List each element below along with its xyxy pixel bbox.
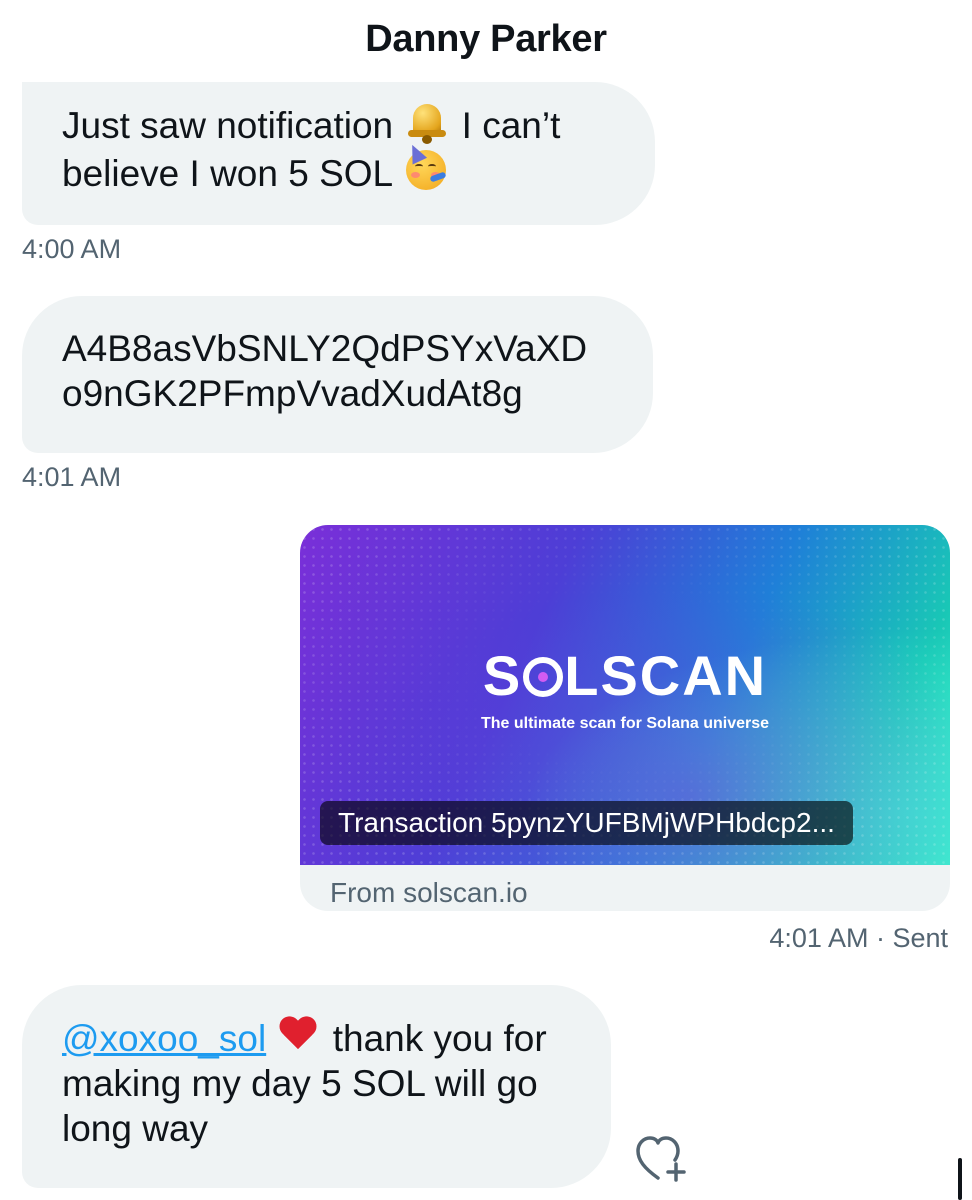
logo-o-icon: [523, 657, 564, 697]
scrollbar[interactable]: [958, 1158, 962, 1200]
message-timestamp-sent: 4:01 AM · Sent: [769, 923, 948, 953]
mention-link[interactable]: @xoxoo_sol: [62, 1018, 266, 1059]
contact-name[interactable]: Danny Parker: [0, 18, 972, 61]
card-title: Transaction 5pynzYUFBMjWPHbdcp2...: [320, 801, 853, 845]
message-timestamp: 4:01 AM: [22, 462, 122, 492]
message-bubble[interactable]: A4B8asVbSNLY2QdPSYxVaXD o9nGK2PFmpVvadXu…: [22, 296, 653, 453]
card-tagline: The ultimate scan for Solana universe: [480, 715, 770, 732]
message-bubble[interactable]: Just saw notification I can’t believe I …: [22, 82, 655, 225]
message-text: Just saw notification I can’t believe I …: [62, 100, 642, 196]
bell-emoji: [405, 100, 449, 144]
link-preview-card[interactable]: S LSCAN The ultimate scan for Solana univ…: [300, 525, 950, 911]
solscan-logo: S LSCAN: [482, 644, 768, 707]
red-heart-emoji: [278, 1015, 318, 1055]
partying-face-emoji: [404, 141, 448, 192]
message-timestamp: 4:00 AM: [22, 234, 122, 264]
card-image: S LSCAN The ultimate scan for Solana univ…: [300, 525, 950, 865]
conversation-header: Danny Parker: [0, 0, 972, 80]
heart-plus-icon[interactable]: [634, 1134, 690, 1184]
message-text: @xoxoo_sol thank you for making my day 5…: [62, 1015, 602, 1151]
message-text: A4B8asVbSNLY2QdPSYxVaXD o9nGK2PFmpVvadXu…: [62, 328, 588, 414]
message-bubble[interactable]: @xoxoo_sol thank you for making my day 5…: [22, 985, 611, 1188]
card-source: From solscan.io: [330, 877, 528, 908]
